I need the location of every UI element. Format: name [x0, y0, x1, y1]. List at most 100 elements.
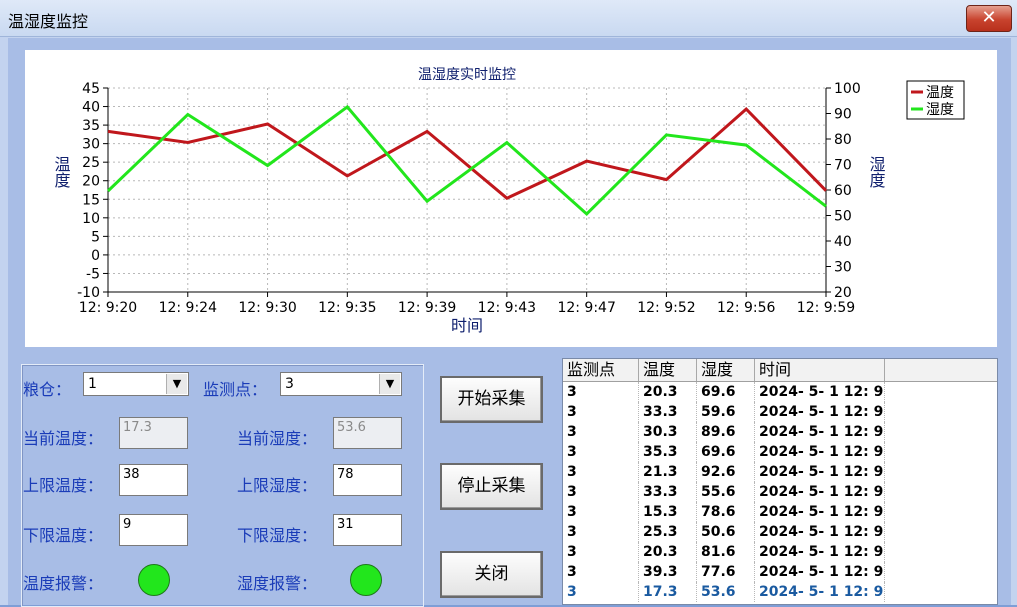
table-cell: 2024- 5- 1 12: 9:...	[755, 402, 885, 422]
current-temp-label: 当前温度：	[23, 429, 104, 448]
x-tick-label: 12: 9:20	[79, 300, 137, 316]
lower-humidity-label: 下限湿度：	[237, 526, 318, 545]
column-header-temp[interactable]: 温度	[639, 359, 697, 381]
table-cell: 78.6	[697, 502, 755, 522]
table-cell: 55.6	[697, 482, 755, 502]
table-cell: 21.3	[639, 462, 697, 482]
table-cell: 20.3	[639, 542, 697, 562]
y-left-tick-label: 0	[91, 248, 100, 264]
table-row[interactable]: 320.369.62024- 5- 1 12: 9:...	[563, 382, 997, 402]
table-cell: 81.6	[697, 542, 755, 562]
x-axis-title: 时间	[451, 316, 483, 335]
column-header-humidity[interactable]: 湿度	[697, 359, 755, 381]
y-right-tick-label: 100	[834, 81, 861, 97]
y-left-tick-label: 35	[82, 118, 100, 134]
column-header-time[interactable]: 时间	[755, 359, 885, 381]
table-cell: 30.3	[639, 422, 697, 442]
upper-humidity-input[interactable]: 78	[333, 464, 402, 496]
table-cell: 2024- 5- 1 12: 9:...	[755, 482, 885, 502]
table-cell: 3	[563, 542, 639, 562]
current-temp-field: 17.3	[119, 417, 188, 449]
x-tick-label: 12: 9:52	[637, 300, 695, 316]
granary-label: 粮仓：	[23, 380, 72, 399]
table-cell: 53.6	[697, 582, 755, 602]
humidity-alarm-label: 湿度报警：	[237, 574, 318, 593]
table-cell: 2024- 5- 1 12: 9:...	[755, 562, 885, 582]
x-tick-label: 12: 9:59	[797, 300, 855, 316]
table-cell: 35.3	[639, 442, 697, 462]
table-cell: 15.3	[639, 502, 697, 522]
table-cell: 89.6	[697, 422, 755, 442]
current-humidity-label: 当前湿度：	[237, 429, 318, 448]
title-bar: 温湿度监控 ✕	[0, 0, 1017, 37]
table-cell: 39.3	[639, 562, 697, 582]
table-row[interactable]: 333.359.62024- 5- 1 12: 9:...	[563, 402, 997, 422]
stop-collect-button[interactable]: 停止采集	[440, 463, 543, 510]
table-cell: 50.6	[697, 522, 755, 542]
table-cell: 3	[563, 442, 639, 462]
monitor-point-select[interactable]: 3 ▼	[280, 372, 402, 396]
y-left-tick-label: 20	[82, 174, 100, 190]
table-row[interactable]: 317.353.62024- 5- 1 12: 9:...	[563, 582, 997, 602]
table-cell: 2024- 5- 1 12: 9:...	[755, 502, 885, 522]
table-cell: 3	[563, 562, 639, 582]
table-row[interactable]: 330.389.62024- 5- 1 12: 9:...	[563, 422, 997, 442]
legend-label: 湿度	[926, 102, 954, 118]
table-row[interactable]: 333.355.62024- 5- 1 12: 9:...	[563, 482, 997, 502]
data-table[interactable]: 监测点 温度 湿度 时间 320.369.62024- 5- 1 12: 9:.…	[562, 358, 998, 605]
table-cell: 2024- 5- 1 12: 9:...	[755, 522, 885, 542]
line-chart: 454035302520151050-5-1010090807060504030…	[52, 67, 965, 335]
table-cell: 59.6	[697, 402, 755, 422]
y-left-tick-label: 25	[82, 155, 100, 171]
table-cell: 2024- 5- 1 12: 9:...	[755, 582, 885, 602]
table-cell: 77.6	[697, 562, 755, 582]
monitor-point-select-value: 3	[285, 376, 294, 392]
window-title: 温湿度监控	[8, 12, 89, 31]
table-row[interactable]: 339.377.62024- 5- 1 12: 9:...	[563, 562, 997, 582]
table-cell: 2024- 5- 1 12: 9:...	[755, 442, 885, 462]
table-row[interactable]: 335.369.62024- 5- 1 12: 9:...	[563, 442, 997, 462]
y-right-tick-label: 30	[834, 260, 852, 276]
table-cell: 33.3	[639, 482, 697, 502]
lower-humidity-input[interactable]: 31	[333, 514, 402, 546]
series-line-temperature	[107, 107, 828, 200]
lower-temp-input[interactable]: 9	[119, 514, 188, 546]
table-cell: 2024- 5- 1 12: 9:...	[755, 382, 885, 402]
y-right-tick-label: 20	[834, 285, 852, 301]
table-cell: 3	[563, 502, 639, 522]
table-row[interactable]: 325.350.62024- 5- 1 12: 9:...	[563, 522, 997, 542]
chevron-down-icon[interactable]: ▼	[166, 374, 187, 394]
table-row[interactable]: 320.381.62024- 5- 1 12: 9:...	[563, 542, 997, 562]
close-window-button[interactable]: ✕	[966, 5, 1012, 32]
table-cell: 2024- 5- 1 12: 9:...	[755, 542, 885, 562]
table-cell: 69.6	[697, 382, 755, 402]
table-cell: 17.3	[639, 582, 697, 602]
table-cell: 25.3	[639, 522, 697, 542]
upper-humidity-label: 上限湿度：	[237, 476, 318, 495]
series-line-humidity	[106, 104, 827, 217]
chart-title: 温湿度实时监控	[418, 67, 516, 83]
lower-temp-label: 下限温度：	[23, 526, 104, 545]
y-left-tick-label: 40	[82, 100, 100, 116]
granary-select[interactable]: 1 ▼	[83, 372, 189, 396]
y-right-tick-label: 50	[834, 209, 852, 225]
chevron-down-icon[interactable]: ▼	[379, 374, 400, 394]
upper-temp-label: 上限温度：	[23, 476, 104, 495]
table-row[interactable]: 315.378.62024- 5- 1 12: 9:...	[563, 502, 997, 522]
start-collect-button[interactable]: 开始采集	[440, 376, 543, 423]
table-cell: 2024- 5- 1 12: 9:...	[755, 462, 885, 482]
y-left-tick-label: -10	[77, 285, 100, 301]
y-right-tick-label: 60	[834, 183, 852, 199]
x-tick-label: 12: 9:47	[557, 300, 615, 316]
column-header-point[interactable]: 监测点	[563, 359, 639, 381]
chart-panel: 45 40 35 30 25 20 15 10 5 0 -5 -10 100 90 80 70 60 50 40 30…	[25, 50, 997, 347]
table-row[interactable]: 321.392.62024- 5- 1 12: 9:...	[563, 462, 997, 482]
y-left-tick-label: 45	[82, 81, 100, 97]
y-right-tick-label: 70	[834, 158, 852, 174]
y-left-tick-label: -5	[86, 266, 100, 282]
upper-temp-input[interactable]: 38	[119, 464, 188, 496]
current-humidity-field: 53.6	[333, 417, 402, 449]
temp-alarm-indicator	[138, 564, 170, 596]
close-button[interactable]: 关闭	[440, 551, 543, 598]
app-window: 温湿度监控 ✕ 45 40 35 30 25 20 15 10 5 0 -5 -10 100 90 80 70…	[0, 0, 1017, 607]
